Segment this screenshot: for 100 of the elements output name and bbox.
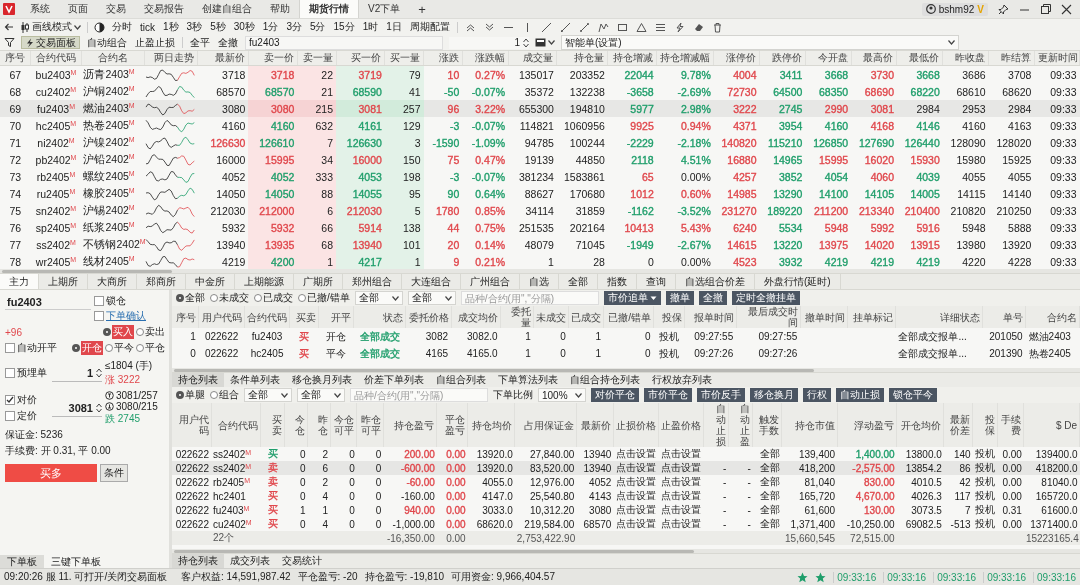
action-button[interactable]: 移仓换月: [750, 388, 798, 402]
segment-line-icon[interactable]: [578, 21, 590, 33]
chevrons-up-icon[interactable]: [464, 21, 476, 33]
trash-icon[interactable]: [711, 21, 723, 33]
submit-order-button[interactable]: 买多: [5, 464, 97, 482]
dropdown[interactable]: 全部: [297, 388, 345, 402]
list-tab[interactable]: 价差下单列表: [358, 373, 430, 387]
panel-tab[interactable]: 三键下单板: [44, 555, 108, 568]
column-header[interactable]: 占用保证金: [514, 403, 577, 447]
contrast-icon[interactable]: [94, 21, 105, 33]
column-header[interactable]: 涨停价: [713, 51, 760, 66]
exchange-tab[interactable]: 大连组合: [402, 274, 461, 289]
menu-button[interactable]: 市价追单: [603, 291, 661, 305]
diagonal-line-icon[interactable]: [540, 21, 552, 33]
period-button[interactable]: 3秒: [185, 20, 204, 34]
radio-option[interactable]: 已撤/错单: [298, 291, 350, 305]
exchange-tab[interactable]: 广州组合: [461, 274, 520, 289]
column-header[interactable]: 序号: [0, 51, 31, 66]
column-header[interactable]: 自动止盈: [728, 403, 753, 447]
lightning-icon[interactable]: [673, 21, 685, 33]
list-tab[interactable]: 行权放弃列表: [646, 373, 718, 387]
column-header[interactable]: 今开盘: [805, 51, 852, 66]
close-icon[interactable]: [1061, 3, 1072, 15]
new-tab-button[interactable]: +: [409, 0, 435, 18]
search-field[interactable]: 品种/合约(用","分隔): [460, 291, 599, 305]
column-header[interactable]: 持仓盈亏: [383, 403, 437, 447]
list-tab[interactable]: 成交列表: [224, 554, 276, 568]
column-header[interactable]: 持仓量: [556, 51, 608, 66]
ratio-dropdown[interactable]: 100%: [538, 388, 586, 402]
exchange-tab[interactable]: 自选组合价差: [676, 274, 755, 289]
period-button[interactable]: 5分: [308, 20, 327, 34]
column-header[interactable]: 委托价格: [405, 306, 451, 328]
back-arrow-icon[interactable]: [4, 22, 14, 32]
dropdown[interactable]: 全部: [407, 291, 456, 305]
trade-panel-toggle[interactable]: 交易面板: [21, 36, 80, 49]
period-button[interactable]: 3分: [285, 20, 303, 34]
toolbar-button[interactable]: 全撤: [217, 35, 239, 50]
search-field[interactable]: 品种/合约(用","分隔): [350, 388, 488, 402]
column-header[interactable]: 止盈价格: [658, 403, 704, 447]
exchange-tab[interactable]: 郑州组合: [343, 274, 402, 289]
column-header[interactable]: 跌停价: [759, 51, 806, 66]
column-header[interactable]: 昨结算: [988, 51, 1035, 66]
ray-line-icon[interactable]: [559, 21, 571, 33]
column-header[interactable]: 涨跌: [423, 51, 463, 66]
contract-input[interactable]: fu2403: [245, 35, 443, 50]
quantity-spinner[interactable]: 1: [52, 364, 102, 382]
column-header[interactable]: 撤单时间: [800, 306, 848, 328]
column-header[interactable]: 委托量: [500, 306, 534, 328]
condition-button[interactable]: 条件: [100, 464, 128, 482]
column-header[interactable]: 状态: [353, 306, 406, 328]
column-header[interactable]: 单号: [982, 306, 1026, 328]
window-tab[interactable]: 帮助: [261, 0, 299, 18]
checkbox[interactable]: 预埋单: [5, 366, 49, 380]
checkbox[interactable]: 锁仓: [94, 294, 146, 308]
column-header[interactable]: 持仓市值: [781, 403, 838, 447]
column-header[interactable]: 浮动盈亏: [837, 403, 897, 447]
column-header[interactable]: 报单时间: [684, 306, 737, 328]
column-header[interactable]: 详细状态: [895, 306, 983, 328]
column-header[interactable]: $ De: [1023, 403, 1080, 447]
period-button[interactable]: 5秒: [209, 20, 227, 34]
column-header[interactable]: 已成交: [568, 306, 604, 328]
list-tab[interactable]: 持仓列表: [172, 554, 224, 568]
period-button[interactable]: 1日: [385, 20, 403, 34]
card-dropdown[interactable]: [535, 38, 555, 47]
window-tab[interactable]: 创建自组合: [193, 0, 261, 18]
column-header[interactable]: 最低价: [897, 51, 943, 66]
column-header[interactable]: 自动止损: [703, 403, 729, 447]
dropdown[interactable]: 全部: [244, 388, 292, 402]
radio-option[interactable]: 未成交: [210, 291, 249, 305]
exchange-tab[interactable]: 全部: [559, 274, 598, 289]
rectangle-icon[interactable]: [616, 21, 628, 33]
column-header[interactable]: 成交量: [508, 51, 557, 66]
column-header[interactable]: 合约代码: [244, 306, 290, 328]
column-header[interactable]: 开仓均价: [896, 403, 944, 447]
toolbar-button[interactable]: 止盈止损: [134, 35, 176, 50]
pin-icon[interactable]: [998, 3, 1009, 15]
column-header[interactable]: 合约代码: [30, 51, 82, 66]
maximize-icon[interactable]: [1040, 3, 1051, 15]
column-header[interactable]: 投保: [653, 306, 685, 328]
triangle-icon[interactable]: [635, 21, 647, 33]
column-header[interactable]: 手续费: [997, 403, 1024, 447]
list-tab[interactable]: 交易统计: [276, 554, 328, 568]
period-button[interactable]: tick: [139, 21, 156, 33]
window-tab[interactable]: 交易: [97, 0, 135, 18]
column-header[interactable]: 今仓: [284, 403, 308, 447]
radio-option[interactable]: 已成交: [254, 291, 293, 305]
exchange-tab[interactable]: 大商所: [88, 274, 137, 289]
exchange-tab[interactable]: 查询: [637, 274, 676, 289]
confirm-checkbox-link[interactable]: 下单确认: [94, 309, 146, 323]
radio-option[interactable]: 全部: [176, 291, 205, 305]
window-tab[interactable]: 交易报告: [135, 0, 193, 18]
list-tab[interactable]: 移仓换月列表: [286, 373, 358, 387]
column-header[interactable]: 序号: [172, 306, 199, 328]
column-header[interactable]: 用户代码: [172, 403, 211, 447]
radio-option[interactable]: 卖出: [136, 325, 165, 339]
exchange-tab[interactable]: 自选: [520, 274, 559, 289]
period-button[interactable]: 30秒: [232, 20, 256, 34]
exchange-tab[interactable]: 外盘行情(延时): [755, 274, 841, 289]
list-tab[interactable]: 下单算法列表: [492, 373, 564, 387]
column-header[interactable]: 成交均价: [451, 306, 501, 328]
